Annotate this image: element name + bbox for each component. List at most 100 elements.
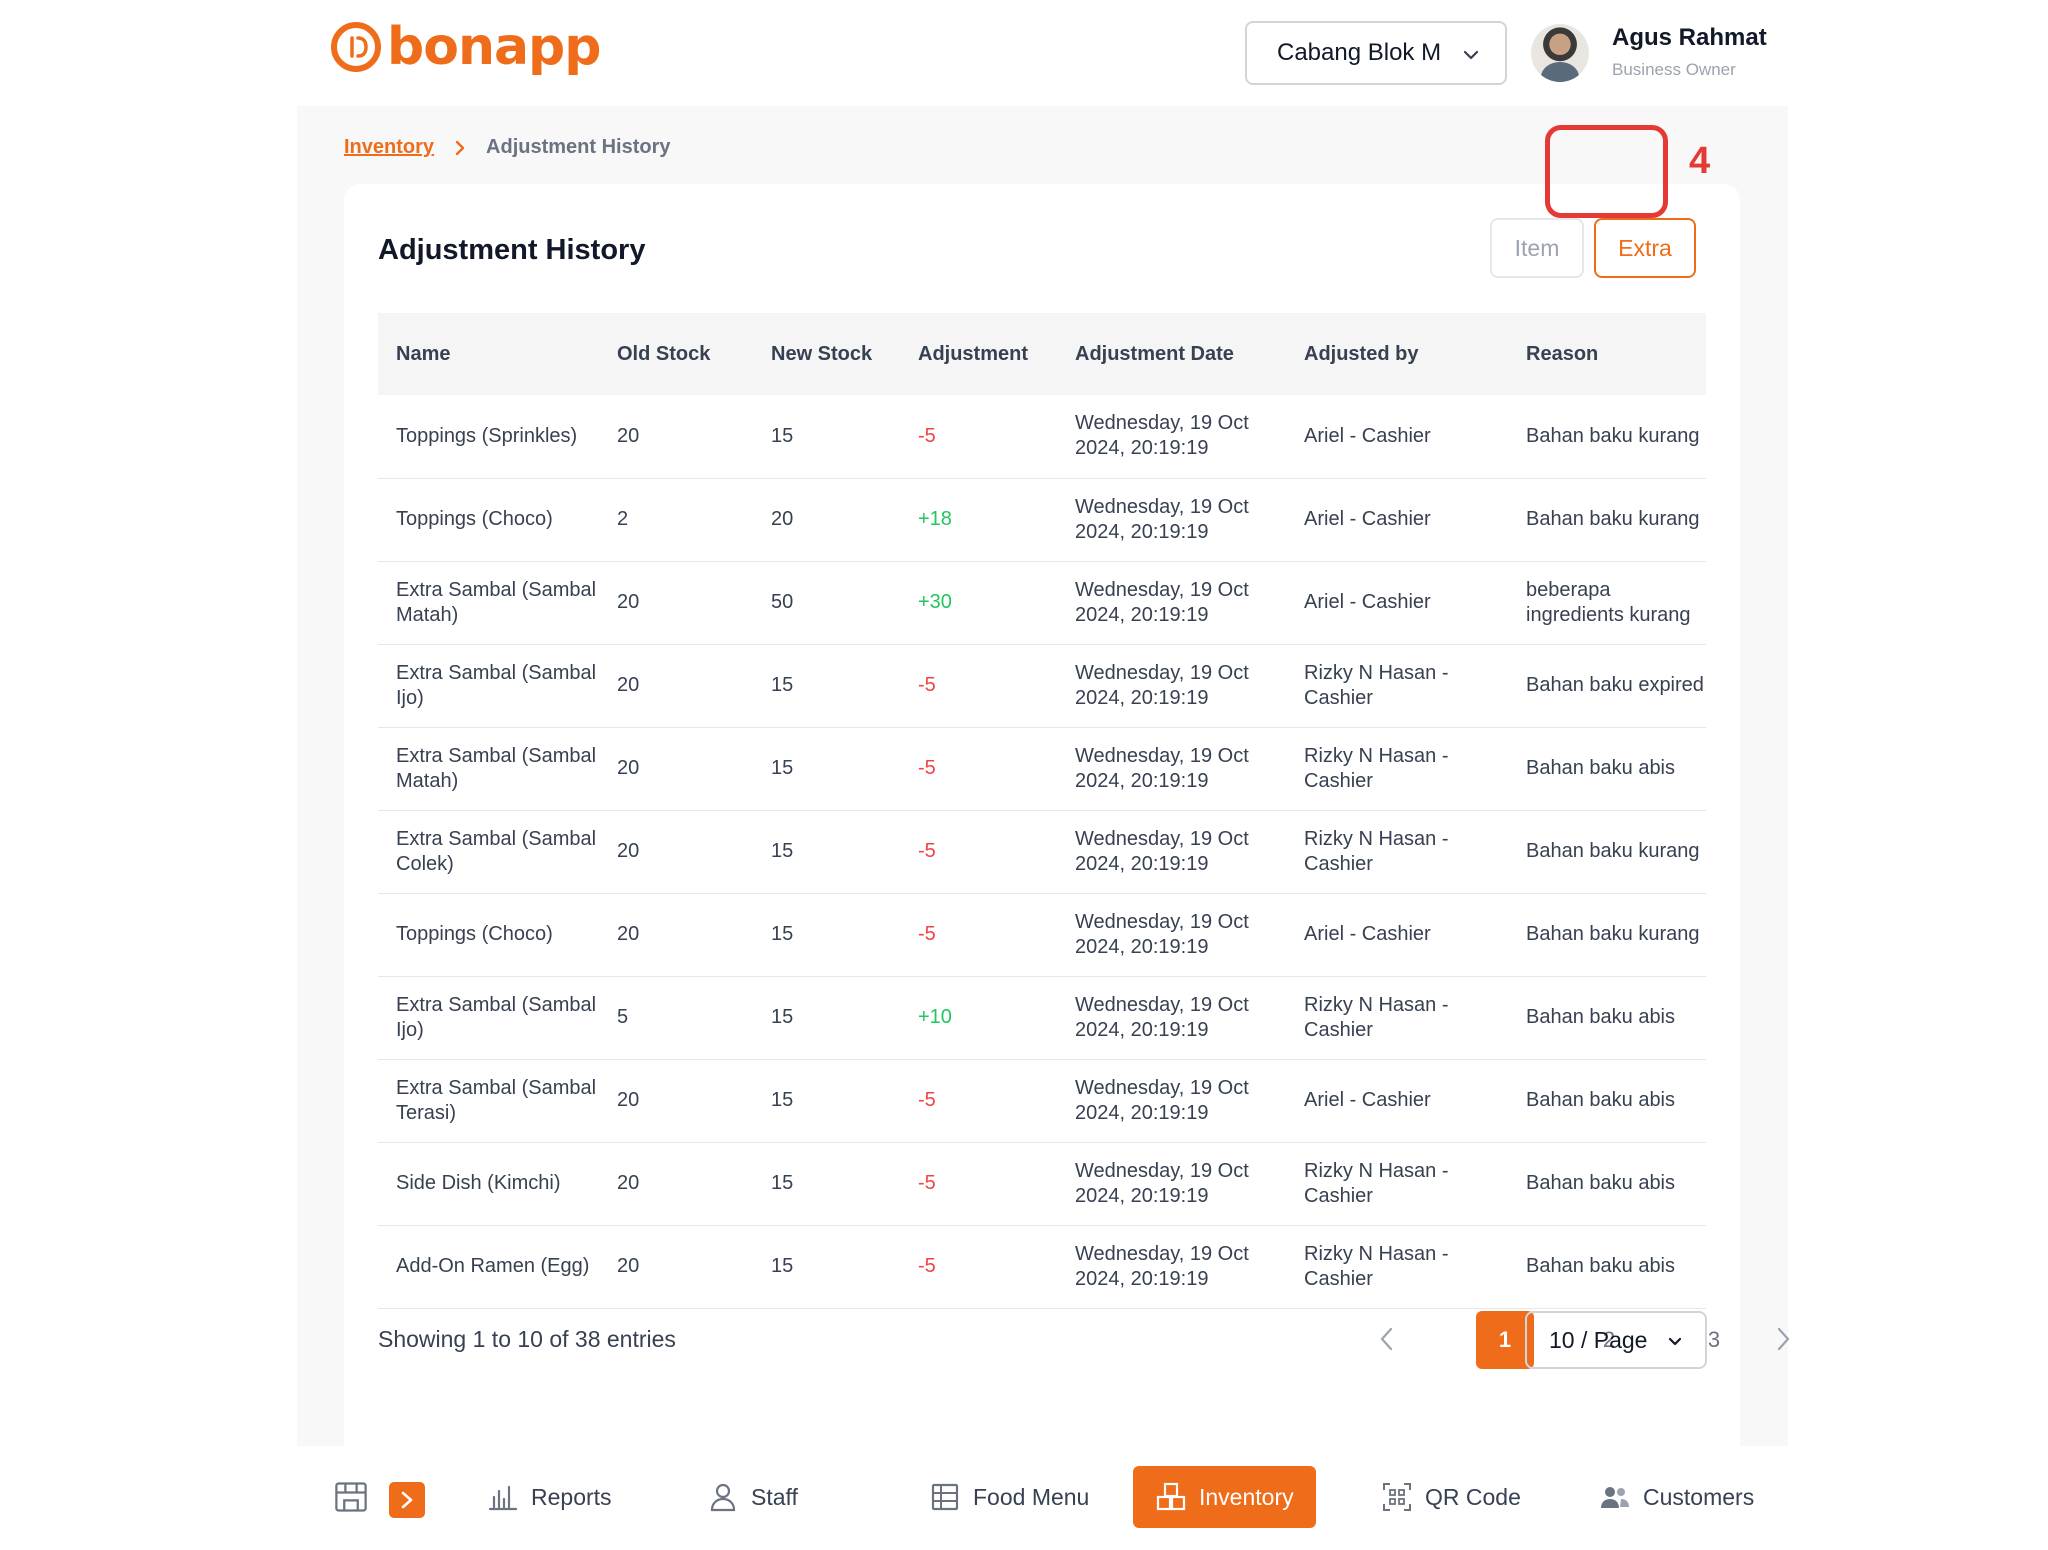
tab-item[interactable]: Item	[1490, 218, 1584, 278]
cell-adjustment: -5	[918, 1089, 936, 1111]
cell-adjusted-by: Rizky N Hasan - Cashier	[1304, 1159, 1449, 1207]
table-row: Toppings (Choco) 20 15 -5 Wednesday, 19 Oct …	[378, 893, 1706, 976]
annotation-highlight-box	[1545, 125, 1668, 218]
cell-old-stock: 20	[617, 840, 640, 862]
table-row: Side Dish (Kimchi) 20 15 -5 Wednesday, 19 Oc…	[378, 1142, 1706, 1225]
menu-grid-icon	[931, 1483, 959, 1511]
cell-adjustment-date: Wednesday, 19 Oct 2024, 20:19:19	[1075, 1242, 1249, 1290]
adjustment-table: Name Old Stock New Stock Adjustment Adju…	[378, 313, 1706, 1309]
cell-old-stock: 5	[617, 1006, 629, 1028]
brand-logo[interactable]: bonapp	[331, 21, 602, 73]
page-size-label: 10 / Page	[1549, 1326, 1648, 1353]
cell-adjusted-by: Ariel - Cashier	[1304, 424, 1431, 447]
cell-adjustment-date: Wednesday, 19 Oct 2024, 20:19:19	[1075, 910, 1249, 958]
cell-reason: Bahan baku kurang	[1526, 840, 1700, 862]
pagination-prev-button[interactable]	[1372, 1319, 1402, 1359]
cell-adjusted-by: Rizky N Hasan - Cashier	[1304, 827, 1449, 875]
brand-logo-icon	[331, 22, 381, 72]
chevron-down-icon	[1463, 50, 1479, 60]
cell-adjustment: -5	[918, 840, 936, 862]
cell-old-stock: 20	[617, 424, 640, 447]
cell-adjusted-by: Ariel - Cashier	[1304, 591, 1431, 613]
nav-item-label: Inventory	[1199, 1483, 1294, 1510]
breadcrumb-current: Adjustment History	[486, 136, 671, 158]
column-header-name: Name	[396, 342, 451, 365]
nav-item-label: Reports	[531, 1483, 612, 1510]
cell-new-stock: 15	[771, 1172, 794, 1194]
cell-new-stock: 15	[771, 1006, 794, 1028]
cell-adjustment: -5	[918, 1255, 936, 1277]
table-row: Extra Sambal (Sambal Terasi) 20 15 -5 Wednes…	[378, 1059, 1706, 1142]
cell-new-stock: 15	[771, 424, 794, 447]
nav-item-label: Customers	[1643, 1483, 1755, 1510]
entries-summary: Showing 1 to 10 of 38 entries	[378, 1326, 676, 1352]
cell-new-stock: 20	[771, 508, 794, 530]
bar-chart-icon	[488, 1485, 518, 1511]
nav-item-qr-code[interactable]: QR Code	[1381, 1466, 1521, 1528]
customers-icon	[1601, 1487, 1629, 1508]
nav-item-inventory[interactable]: Inventory	[1133, 1466, 1316, 1528]
expand-nav-button[interactable]	[389, 1482, 425, 1518]
tab-extra[interactable]: Extra	[1594, 218, 1696, 278]
table-body: Toppings (Sprinkles) 20 15 -5 Wednesday, 19 …	[378, 395, 1706, 1308]
cell-adjusted-by: Ariel - Cashier	[1304, 508, 1431, 530]
table-row: Add-On Ramen (Egg) 20 15 -5 Wednesday, 19 Oc…	[378, 1225, 1706, 1308]
cell-adjustment: -5	[918, 923, 936, 945]
nav-item-food-menu[interactable]: Food Menu	[929, 1466, 1089, 1528]
cell-adjustment-date: Wednesday, 19 Oct 2024, 20:19:19	[1075, 495, 1249, 543]
cell-adjustment-date: Wednesday, 19 Oct 2024, 20:19:19	[1075, 993, 1249, 1041]
column-header-reason: Reason	[1526, 342, 1599, 365]
column-header-adjustment: Adjustment	[918, 342, 1028, 365]
nav-item-label: QR Code	[1425, 1483, 1521, 1510]
page-size-select[interactable]: 10 / Page	[1525, 1311, 1707, 1369]
cell-reason: Bahan baku abis	[1526, 1255, 1676, 1277]
cell-adjustment-date: Wednesday, 19 Oct 2024, 20:19:19	[1075, 578, 1249, 626]
chevron-right-icon	[1777, 1327, 1790, 1351]
nav-item-label: Staff	[751, 1483, 798, 1510]
branch-selector[interactable]: Cabang Blok M	[1245, 21, 1507, 85]
cell-new-stock: 15	[771, 1255, 794, 1277]
cell-name: Add-On Ramen (Egg)	[396, 1255, 590, 1277]
top-header: bonapp Cabang Blok M Agus Rahmat Busines…	[297, 0, 1788, 106]
cell-adjustment: -5	[918, 674, 936, 696]
pagination-next-button[interactable]	[1768, 1319, 1798, 1359]
store-home-button[interactable]	[333, 1466, 369, 1528]
cell-adjustment: +10	[918, 1006, 952, 1028]
cell-new-stock: 15	[771, 840, 794, 862]
chevron-down-icon	[1668, 1337, 1682, 1346]
cell-adjustment-date: Wednesday, 19 Oct 2024, 20:19:19	[1075, 661, 1249, 709]
breadcrumb-inventory-link[interactable]: Inventory	[344, 136, 434, 159]
adjustment-history-card: Adjustment History Item Extra Name Old S…	[344, 184, 1790, 1446]
nav-item-customers[interactable]: Customers	[1599, 1466, 1754, 1528]
chevron-right-icon	[455, 140, 465, 155]
cell-reason: Bahan baku abis	[1526, 757, 1676, 779]
cell-reason: Bahan baku kurang	[1526, 424, 1700, 447]
cell-adjusted-by: Ariel - Cashier	[1304, 1089, 1431, 1111]
cell-reason: Bahan baku kurang	[1526, 508, 1700, 530]
column-header-adjusted-by: Adjusted by	[1304, 342, 1419, 365]
cell-name: Extra Sambal (Sambal Colek)	[396, 827, 597, 875]
cell-reason: Bahan baku abis	[1526, 1006, 1676, 1028]
cell-new-stock: 50	[771, 591, 794, 613]
breadcrumb: Inventory Adjustment History	[344, 136, 671, 159]
cell-reason: Bahan baku expired	[1526, 674, 1704, 696]
cell-name: Toppings (Sprinkles)	[396, 424, 578, 447]
cell-name: Extra Sambal (Sambal Matah)	[396, 744, 597, 792]
cell-old-stock: 20	[617, 757, 640, 779]
branch-label: Cabang Blok M	[1277, 39, 1442, 66]
cell-adjustment: -5	[918, 424, 936, 447]
table-row: Toppings (Choco) 2 20 +18 Wednesday, 19 Oct …	[378, 478, 1706, 561]
cell-name: Extra Sambal (Sambal Ijo)	[396, 661, 597, 709]
cell-reason: Bahan baku kurang	[1526, 923, 1700, 945]
user-avatar[interactable]	[1531, 24, 1589, 82]
cell-name: Extra Sambal (Sambal Matah)	[396, 578, 597, 626]
column-header-old-stock: Old Stock	[617, 342, 711, 365]
chevron-right-icon	[401, 1491, 413, 1509]
cell-name: Extra Sambal (Sambal Ijo)	[396, 993, 597, 1041]
cell-adjustment-date: Wednesday, 19 Oct 2024, 20:19:19	[1075, 744, 1249, 792]
column-header-adjustment-date: Adjustment Date	[1075, 342, 1234, 365]
nav-item-staff[interactable]: Staff	[707, 1466, 798, 1528]
nav-item-reports[interactable]: Reports	[487, 1466, 612, 1528]
cell-name: Extra Sambal (Sambal Terasi)	[396, 1076, 597, 1124]
cell-adjustment: +18	[918, 508, 952, 530]
